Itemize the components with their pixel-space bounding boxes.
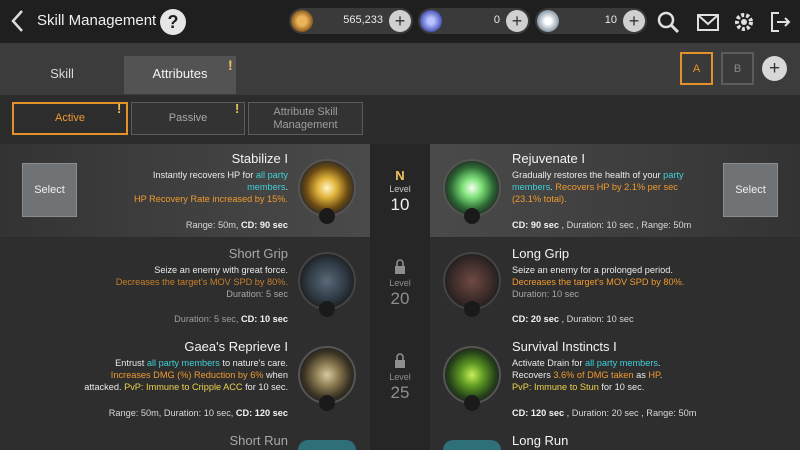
skill-desc-stabilize: Instantly recovers HP for all party memb… — [133, 170, 288, 204]
gear-icon[interactable] — [731, 9, 757, 35]
help-button[interactable]: ? — [160, 9, 186, 35]
preset-b-button[interactable]: B — [721, 52, 754, 85]
crystal-currency: 0 + — [418, 8, 530, 34]
gold-coin-icon — [291, 10, 313, 32]
crystal-amount: 0 — [493, 14, 500, 26]
skill-stats-survival-instincts: CD: 120 sec , Duration: 20 sec , Range: … — [512, 408, 697, 418]
diamond-currency: 10 + — [535, 8, 647, 34]
tab-attributes[interactable]: Attributes — [124, 56, 236, 94]
lock-icon — [464, 301, 480, 317]
skill-name-short-grip: Short Grip — [228, 246, 288, 261]
add-diamond-button[interactable]: + — [623, 10, 645, 32]
level-lock-icon — [395, 259, 405, 274]
long-run-skill-icon — [443, 440, 501, 450]
lock-icon — [464, 208, 480, 224]
short-run-skill-icon — [298, 440, 356, 450]
subtab-attr-line1: Attribute Skill — [273, 106, 338, 118]
skill-stats-rejuvenate: CD: 90 sec , Duration: 10 sec , Range: 5… — [512, 220, 692, 230]
skill-stats-stabilize: Range: 50m, CD: 90 sec — [185, 220, 288, 230]
skill-name-long-grip: Long Grip — [512, 246, 570, 261]
lock-icon — [319, 395, 335, 411]
skill-name-gaeas-reprieve: Gaea's Reprieve I — [184, 339, 288, 354]
exit-icon[interactable] — [767, 9, 793, 35]
subtab-passive[interactable]: Passive — [131, 102, 245, 135]
subtab-attr-line2: Management — [273, 119, 338, 131]
skill-name-survival-instincts: Survival Instincts I — [512, 339, 617, 354]
gold-currency: 565,233 + — [289, 8, 413, 34]
skill-desc-survival-instincts: Activate Drain for all party members. Re… — [512, 358, 663, 392]
skill-desc-long-grip: Seize an enemy for a prolonged period. D… — [512, 265, 685, 299]
add-preset-button[interactable]: + — [762, 56, 787, 81]
skill-list: Select Stabilize I Instantly recovers HP… — [0, 144, 800, 450]
page-title: Skill Management — [37, 12, 157, 29]
tab-skill[interactable]: Skill — [0, 56, 124, 94]
skill-desc-rejuvenate: Gradually restores the health of your pa… — [512, 170, 684, 204]
level-new-marker: N — [395, 168, 405, 183]
add-gold-button[interactable]: + — [389, 10, 411, 32]
white-diamond-icon — [537, 10, 559, 32]
skill-desc-gaeas-reprieve: Entrust all party members to nature's ca… — [84, 358, 288, 392]
skill-stats-short-grip: Duration: 5 sec, CD: 10 sec — [174, 314, 288, 324]
level-label: Level — [389, 372, 411, 382]
lock-icon — [319, 208, 335, 224]
level-value: 25 — [390, 383, 410, 402]
passive-alert-icon: ! — [235, 101, 240, 116]
skill-desc-short-grip: Seize an enemy with great force. Decreas… — [115, 265, 288, 299]
level-value: 20 — [390, 289, 410, 308]
subtab-attribute-skill-management[interactable]: Attribute Skill Management — [248, 102, 363, 135]
attributes-alert-icon: ! — [228, 57, 233, 73]
level-lock-icon — [395, 353, 405, 368]
search-icon[interactable] — [655, 9, 681, 35]
back-arrow-icon[interactable] — [8, 8, 28, 34]
level-label: Level — [389, 278, 411, 288]
gold-amount: 565,233 — [343, 14, 383, 26]
add-crystal-button[interactable]: + — [506, 10, 528, 32]
diamond-amount: 10 — [604, 14, 617, 26]
skill-name-rejuvenate: Rejuvenate I — [512, 151, 585, 166]
level-value: 10 — [390, 195, 410, 214]
select-stabilize-button[interactable]: Select — [22, 163, 77, 217]
active-alert-icon: ! — [117, 101, 122, 116]
lock-icon — [464, 395, 480, 411]
lock-icon — [319, 301, 335, 317]
skill-name-short-run: Short Run — [229, 433, 288, 448]
skill-name-long-run: Long Run — [512, 433, 569, 448]
mail-icon[interactable] — [695, 9, 721, 35]
preset-a-button[interactable]: A — [680, 52, 713, 85]
skill-name-stabilize: Stabilize I — [231, 151, 288, 166]
level-label: Level — [389, 184, 411, 194]
select-rejuvenate-button[interactable]: Select — [723, 163, 778, 217]
blue-crystal-icon — [420, 10, 442, 32]
skill-stats-long-grip: CD: 20 sec , Duration: 10 sec — [512, 314, 634, 324]
subtab-active[interactable]: Active — [12, 102, 128, 135]
skill-stats-gaeas-reprieve: Range: 50m, Duration: 10 sec, CD: 120 se… — [108, 408, 288, 418]
